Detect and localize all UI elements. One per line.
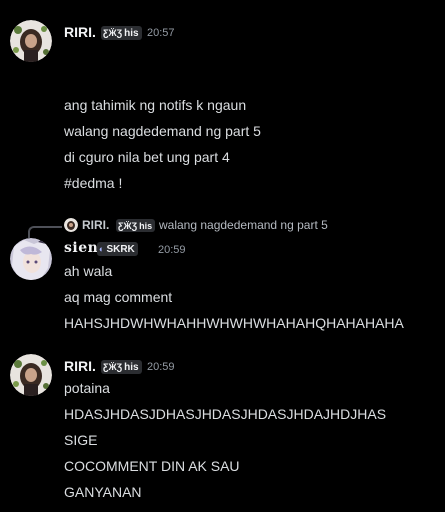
guild-tag[interactable]: ƸӜƷ his xyxy=(101,26,142,40)
timestamp[interactable]: 20:59 xyxy=(147,361,175,373)
crescent-moon-icon: ◐ xyxy=(99,244,105,254)
guild-tag-label: his xyxy=(124,27,139,39)
avatar-sien[interactable] xyxy=(10,238,52,280)
avatar-riri[interactable] xyxy=(10,354,52,396)
message-line: GANYANAN xyxy=(64,484,142,500)
reply-avatar[interactable] xyxy=(64,218,78,232)
author-name[interactable]: RIRI. xyxy=(64,24,96,40)
author-name[interactable]: sien xyxy=(64,240,98,256)
message-line: ah wala xyxy=(64,263,113,279)
reply-author[interactable]: RIRI. xyxy=(82,218,109,232)
reply-preview-text[interactable]: walang nagdedemand ng part 5 xyxy=(159,218,328,232)
guild-tag[interactable]: ƸӜƷ his xyxy=(101,360,142,374)
author-name[interactable]: RIRI. xyxy=(64,358,96,374)
message-line: #dedma ! xyxy=(64,175,123,191)
butterfly-icon: ƸӜƷ xyxy=(103,28,123,38)
message-line: HDASJHDASJDHASJHDASJHDASJHDAJHDJHAS xyxy=(64,406,387,422)
butterfly-icon: ƸӜƷ xyxy=(103,362,123,372)
butterfly-icon: ƸӜƷ xyxy=(118,220,138,231)
message-line: walang nagdedemand ng part 5 xyxy=(64,123,261,139)
message-line: di cguro nila bet ung part 4 xyxy=(64,149,230,165)
message-line: ang tahimik ng notifs k ngaun xyxy=(64,97,247,113)
guild-tag-label: SKRK xyxy=(106,243,135,255)
guild-tag-label: his xyxy=(124,361,139,373)
message-line: SIGE xyxy=(64,432,98,448)
avatar-riri[interactable] xyxy=(10,20,52,62)
timestamp[interactable]: 20:57 xyxy=(147,27,175,39)
reply-author-name: RIRI. xyxy=(82,218,110,232)
reply-connector xyxy=(28,226,62,238)
guild-tag[interactable]: ◐ SKRK xyxy=(97,242,138,256)
message-line: HAHSJHDWHWHAHHWHWHWHAHAHQHAHAHAHA xyxy=(64,315,404,331)
reply-guild-tag[interactable]: ƸӜƷ his xyxy=(116,219,156,232)
message-line: aq mag comment xyxy=(64,289,173,305)
message-line: COCOMMENT DIN AK SAU xyxy=(64,458,240,474)
timestamp[interactable]: 20:59 xyxy=(158,244,186,256)
message-line: potaina xyxy=(64,380,110,396)
reply-guild-tag-label: his xyxy=(139,220,153,231)
